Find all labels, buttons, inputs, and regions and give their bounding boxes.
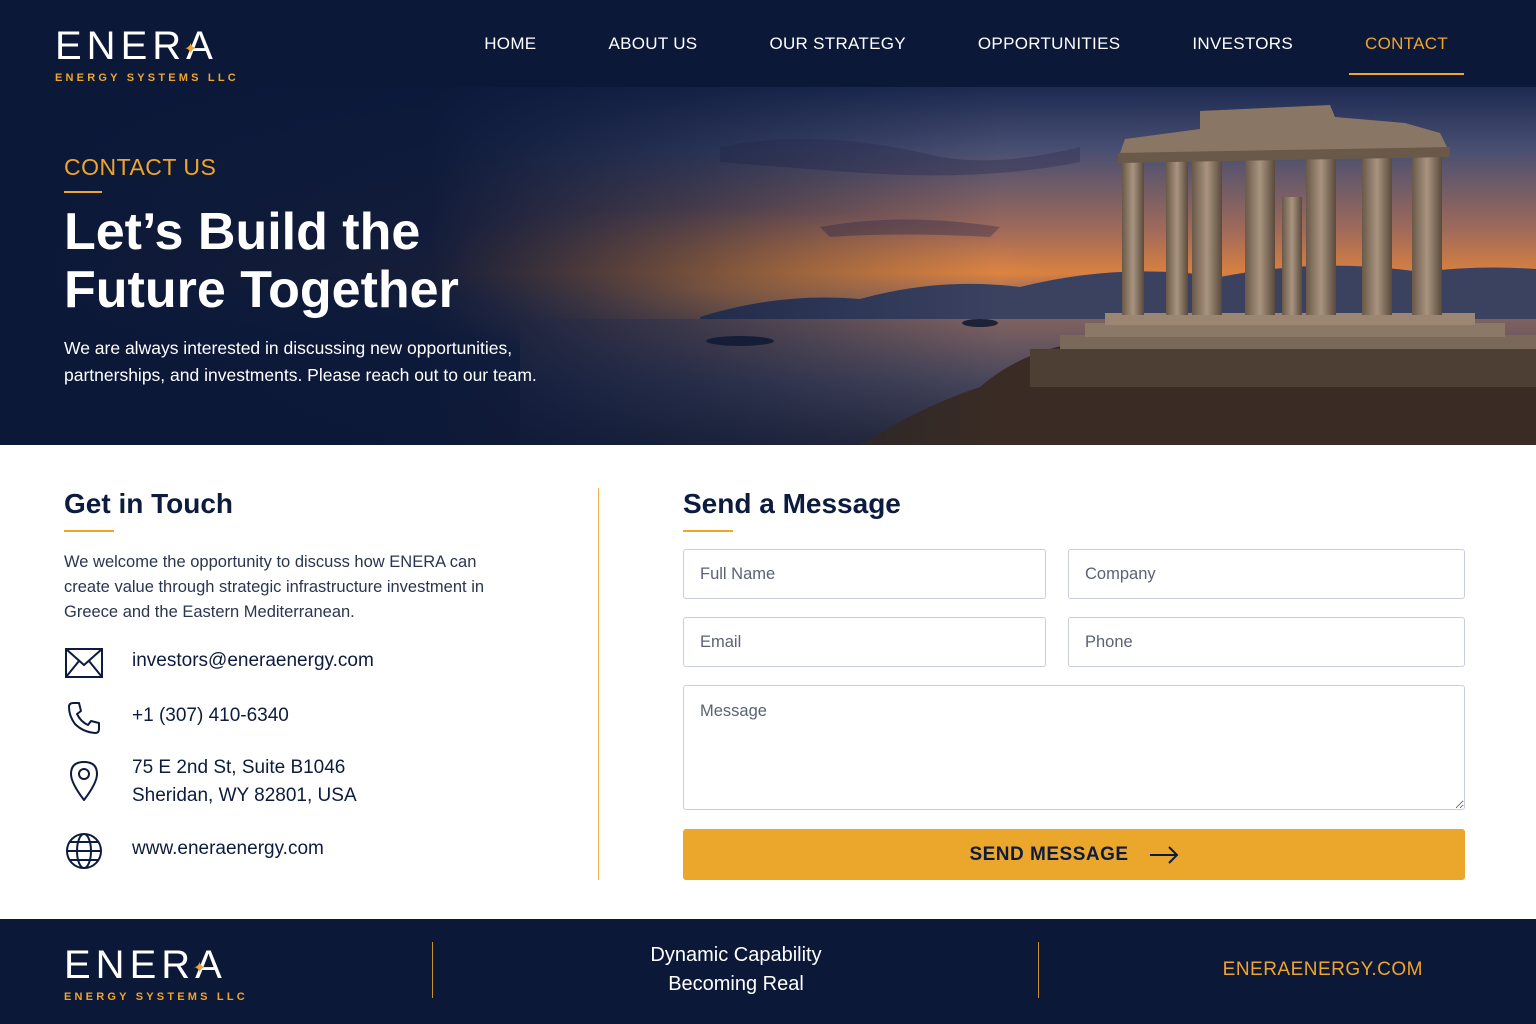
contact-info-section: Get in Touch We welcome the opportunity … bbox=[64, 488, 544, 869]
arrow-right-icon bbox=[1149, 845, 1178, 864]
envelope-icon bbox=[64, 643, 104, 683]
email-input[interactable] bbox=[683, 617, 1046, 667]
nav-item-our-strategy[interactable]: OUR STRATEGY bbox=[753, 0, 921, 87]
phone-row: +1 (307) 410-6340 bbox=[64, 698, 289, 738]
section-divider bbox=[598, 488, 599, 880]
company-input[interactable] bbox=[1068, 549, 1465, 599]
heading-underline bbox=[64, 530, 114, 532]
contact-phone-link[interactable]: +1 (307) 410-6340 bbox=[132, 702, 289, 730]
full-name-input[interactable] bbox=[683, 549, 1046, 599]
contact-email-link[interactable]: investors@eneraenergy.com bbox=[132, 647, 374, 675]
nav-item-home[interactable]: HOME bbox=[468, 0, 552, 87]
nav-item-contact[interactable]: CONTACT bbox=[1349, 0, 1464, 87]
contact-intro: We welcome the opportunity to discuss ho… bbox=[64, 553, 485, 621]
send-message-label: SEND MESSAGE bbox=[969, 843, 1129, 865]
address-line-1: 75 E 2nd St, Suite B1046 bbox=[132, 757, 346, 778]
hero-title: Let’s Build the Future Together bbox=[64, 203, 459, 319]
heading-underline bbox=[683, 530, 733, 532]
footer-brand-subtitle: ENERGY SYSTEMS LLC bbox=[64, 991, 248, 1003]
hero-banner: CONTACT US Let’s Build the Future Togeth… bbox=[0, 87, 1536, 445]
tagline-line-2: Becoming Real bbox=[668, 973, 804, 995]
nav-item-investors[interactable]: INVESTORS bbox=[1176, 0, 1309, 87]
footer-tagline: Dynamic Capability Becoming Real bbox=[433, 941, 1039, 999]
nav-item-about-us[interactable]: ABOUT US bbox=[592, 0, 713, 87]
map-pin-icon bbox=[64, 760, 104, 801]
hero-eyebrow-underline bbox=[64, 191, 102, 193]
nav-menu: HOME ABOUT US OUR STRATEGY OPPORTUNITIES… bbox=[428, 0, 1464, 87]
globe-icon bbox=[64, 831, 104, 871]
contact-address: 75 E 2nd St, Suite B1046 Sheridan, WY 82… bbox=[132, 754, 357, 810]
phone-icon bbox=[64, 698, 104, 738]
message-textarea[interactable] bbox=[683, 685, 1465, 810]
address-line-2: Sheridan, WY 82801, USA bbox=[132, 785, 357, 806]
address-row: 75 E 2nd St, Suite B1046 Sheridan, WY 82… bbox=[64, 757, 357, 806]
footer: ENERA ✦ ENERGY SYSTEMS LLC Dynamic Capabi… bbox=[0, 919, 1536, 1024]
get-in-touch-heading: Get in Touch bbox=[64, 488, 234, 519]
email-row: investors@eneraenergy.com bbox=[64, 643, 374, 683]
contact-website-link[interactable]: www.eneraenergy.com bbox=[132, 835, 324, 863]
tagline-line-1: Dynamic Capability bbox=[650, 944, 822, 966]
website-row: www.eneraenergy.com bbox=[64, 831, 324, 871]
spark-icon: ✦ bbox=[192, 960, 212, 977]
footer-divider-right bbox=[1038, 942, 1039, 998]
footer-brand-logo[interactable]: ENERA ✦ ENERGY SYSTEMS LLC bbox=[64, 941, 248, 1003]
hero-description: We are always interested in discussing n… bbox=[64, 338, 537, 385]
contact-form: Send a Message SEND MESSAGE bbox=[683, 488, 1465, 880]
nav-item-opportunities[interactable]: OPPORTUNITIES bbox=[962, 0, 1136, 87]
send-message-button[interactable]: SEND MESSAGE bbox=[683, 829, 1465, 880]
hero-eyebrow: CONTACT US bbox=[64, 154, 217, 180]
phone-input[interactable] bbox=[1068, 617, 1465, 667]
top-navigation: ENERA ✦ ENERGY SYSTEMS LLC HOME ABOUT US … bbox=[0, 0, 1536, 87]
spark-icon: ✦ bbox=[183, 41, 203, 58]
send-message-heading: Send a Message bbox=[683, 488, 901, 519]
brand-logo[interactable]: ENERA ✦ ENERGY SYSTEMS LLC bbox=[55, 22, 239, 84]
brand-subtitle: ENERGY SYSTEMS LLC bbox=[55, 72, 239, 84]
footer-website-link[interactable]: ENERAENERGY.COM bbox=[1223, 959, 1423, 981]
